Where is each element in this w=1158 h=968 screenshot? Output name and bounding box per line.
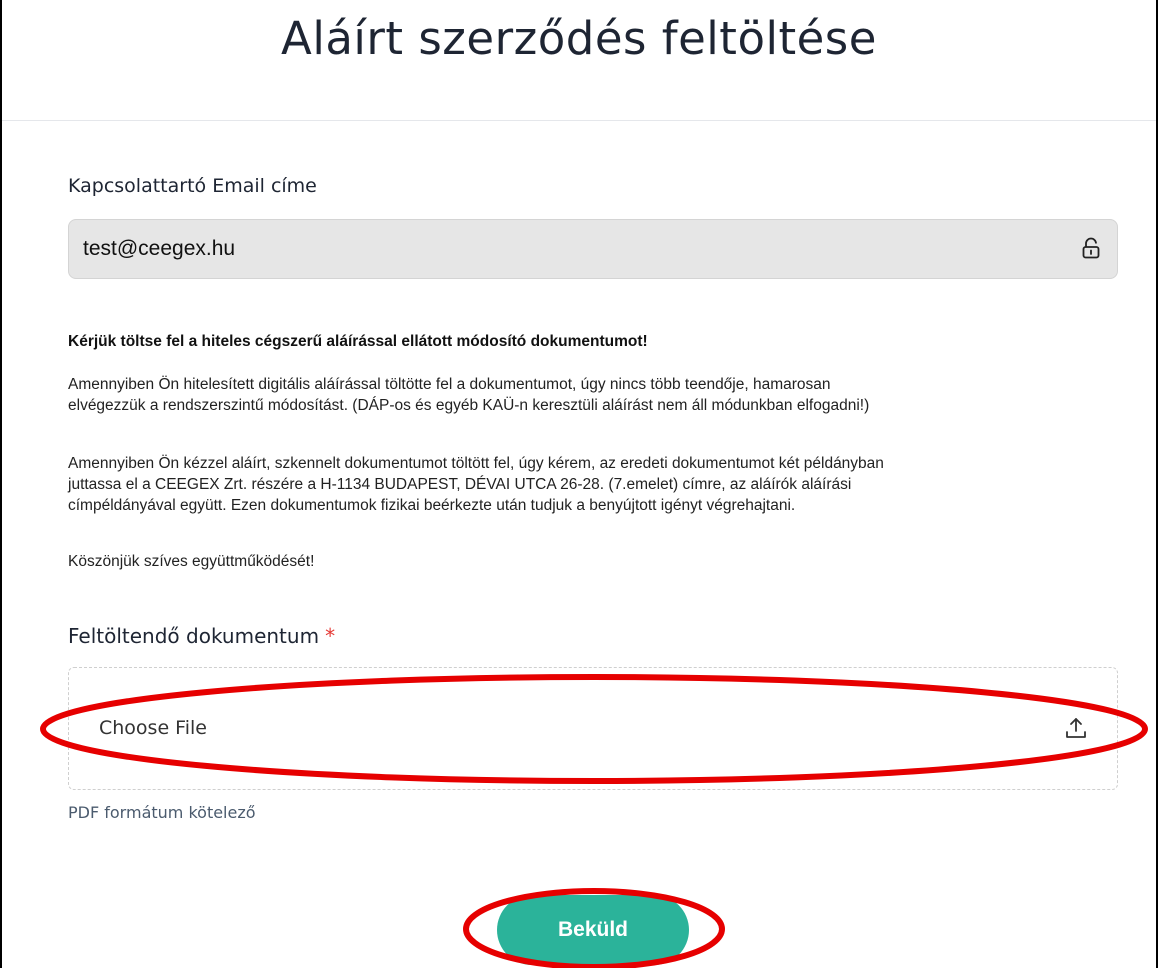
notice-paragraph-1: Amennyiben Ön hitelesített digitális alá… [68, 374, 1148, 416]
submit-button[interactable]: Beküld [497, 895, 689, 965]
lock-icon [1082, 237, 1100, 259]
notice-paragraph-2-line-3: címpéldányával együtt. Ezen dokumentumok… [68, 497, 796, 514]
notice-paragraph-2-line-1: Amennyiben Ön kézzel aláírt, szkennelt d… [68, 455, 884, 472]
notice-paragraph-2: Amennyiben Ön kézzel aláírt, szkennelt d… [68, 453, 1148, 516]
email-value: test@ceegex.hu [83, 237, 236, 260]
notice-paragraph-2-line-2: juttassa el a CEEGEX Zrt. részére a H-11… [68, 476, 852, 493]
email-field[interactable]: test@ceegex.hu [68, 219, 1118, 279]
email-label: Kapcsolattartó Email címe [68, 175, 317, 197]
page-title: Aláírt szerződés feltöltése [281, 12, 877, 65]
header-divider [2, 120, 1156, 121]
upload-label-text: Feltöltendő dokumentum [68, 624, 320, 648]
choose-file-label: Choose File [99, 717, 207, 739]
file-input[interactable]: Choose File [68, 667, 1118, 790]
required-mark: * [325, 624, 336, 648]
upload-icon[interactable] [1065, 716, 1087, 740]
notice-heading: Kérjük töltse fel a hiteles cégszerű alá… [68, 333, 648, 350]
upload-label: Feltöltendő dokumentum * [68, 624, 335, 648]
notice-paragraph-1-line-2: elvégezzük a rendszerszintű módosítást. … [68, 397, 870, 414]
upload-hint: PDF formátum kötelező [68, 803, 256, 822]
notice-thanks: Köszönjük szíves együttműködését! [68, 553, 315, 570]
notice-paragraph-1-line-1: Amennyiben Ön hitelesített digitális alá… [68, 376, 831, 393]
